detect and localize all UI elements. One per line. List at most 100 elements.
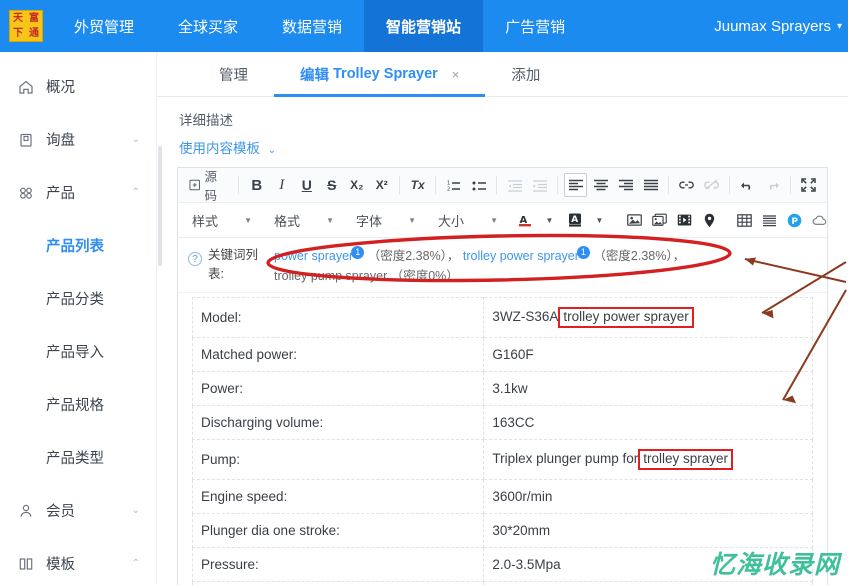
toolbar-divider <box>435 176 437 194</box>
align-center-icon[interactable] <box>589 173 612 197</box>
sidebar-item-label: 询盘 <box>46 133 75 149</box>
underline-icon[interactable]: U <box>295 173 318 197</box>
keyword-entries: power sprayer 1 （密度2.38%）， trolley power … <box>270 246 685 286</box>
horizontal-rule-icon[interactable] <box>758 208 781 232</box>
styles-select-label: 样式 <box>192 213 219 229</box>
location-pin-icon[interactable] <box>698 208 721 232</box>
fullscreen-icon[interactable] <box>797 173 820 197</box>
spec-value: 30*20mm <box>483 512 813 548</box>
spec-key: Discharging volume: <box>191 404 485 440</box>
logo-char-4: 通 <box>29 27 39 39</box>
align-right-icon[interactable] <box>614 173 637 197</box>
sidebar-item-products[interactable]: 产品 ⌃ <box>0 166 156 219</box>
vertical-scrollbar[interactable] <box>157 142 163 585</box>
toolbar-divider <box>557 176 559 194</box>
layout-icon <box>16 554 36 574</box>
italic-icon[interactable]: I <box>270 173 293 197</box>
tab-label-cn: 编辑 <box>300 67 329 84</box>
sidebar-item-product-category[interactable]: 产品分类 <box>0 272 156 325</box>
spec-key: Rated flow: <box>191 580 485 585</box>
tab-edit-trolley-sprayer[interactable]: 编辑 Trolley Sprayer × <box>274 52 486 97</box>
top-navigation-bar: 天 富 下 通 外贸管理 全球买家 数据营销 智能营销站 广告营销 Juumax… <box>0 0 848 52</box>
use-content-template-link[interactable]: 使用内容模板 ⌄ <box>157 129 848 167</box>
sidebar-item-label: 产品 <box>46 186 75 202</box>
sidebar-item-label: 概况 <box>46 80 75 96</box>
image-icon[interactable] <box>623 208 646 232</box>
tab-add[interactable]: 添加 <box>485 52 566 96</box>
sidebar-item-product-type[interactable]: 产品类型 <box>0 431 156 484</box>
sidebar-item-overview[interactable]: 概况 <box>0 60 156 113</box>
keyword-term-1[interactable]: power sprayer <box>274 249 353 263</box>
sidebar-sub-label: 产品导入 <box>46 345 104 361</box>
help-icon[interactable]: ? <box>188 252 202 266</box>
table-icon[interactable] <box>733 208 756 232</box>
keyword-sep-1: ， <box>446 249 460 264</box>
table-row: Discharging volume: 163CC <box>191 404 813 440</box>
nav-item-data-marketing[interactable]: 数据营销 <box>260 0 364 52</box>
chevron-down-icon: ▼ <box>490 215 498 225</box>
tab-manage[interactable]: 管理 <box>193 52 274 96</box>
spec-key: Power: <box>191 370 485 406</box>
cloud-icon[interactable] <box>808 208 831 232</box>
font-select-label: 字体 <box>356 213 383 229</box>
sidebar-item-members[interactable]: 会员 ⌄ <box>0 484 156 537</box>
undo-icon[interactable] <box>736 173 759 197</box>
nav-item-global-buyers[interactable]: 全球买家 <box>156 0 260 52</box>
superscript-icon[interactable]: X² <box>370 173 393 197</box>
chevron-up-icon: ⌃ <box>131 558 140 569</box>
text-color-icon[interactable]: A <box>513 208 536 232</box>
app-logo[interactable]: 天 富 下 通 <box>0 0 52 52</box>
keyword-term-2[interactable]: trolley power sprayer <box>463 249 579 263</box>
logo-char-2: 富 <box>29 12 39 24</box>
sidebar-item-product-import[interactable]: 产品导入 <box>0 325 156 378</box>
tab-bar: 管理 编辑 Trolley Sprayer × 添加 <box>157 52 848 97</box>
editor-document-body[interactable]: Model: 3WZ-S36A trolley power sprayer Mat… <box>178 293 827 585</box>
outdent-icon[interactable] <box>503 173 526 197</box>
bullet-list-icon[interactable] <box>467 173 490 197</box>
chevron-up-icon: ⌃ <box>131 187 140 198</box>
size-select[interactable]: 大小 ▼ <box>430 208 502 232</box>
align-left-icon[interactable] <box>564 173 588 197</box>
sidebar-item-product-list[interactable]: 产品列表 <box>0 219 156 272</box>
sidebar-item-label: 模板 <box>46 557 75 573</box>
nav-item-ad-marketing[interactable]: 广告营销 <box>483 0 587 52</box>
image-gallery-icon[interactable] <box>648 208 671 232</box>
format-select[interactable]: 格式 ▼ <box>266 208 338 232</box>
nav-label: 数据营销 <box>282 18 343 36</box>
close-icon[interactable]: × <box>452 67 460 82</box>
source-icon[interactable]: 源码 <box>185 170 232 203</box>
link-icon[interactable] <box>675 173 698 197</box>
sidebar-sub-label: 产品类型 <box>46 451 104 467</box>
account-menu[interactable]: Juumax Sprayers ▾ <box>714 0 848 52</box>
remove-format-icon[interactable]: Tx <box>406 173 429 197</box>
keyword-term-3[interactable]: trolley pump sprayer <box>274 269 387 283</box>
styles-select[interactable]: 样式 ▼ <box>184 208 256 232</box>
sidebar-item-templates[interactable]: 模板 ⌃ <box>0 537 156 585</box>
format-select-label: 格式 <box>274 213 301 229</box>
numbered-list-icon[interactable]: 12 <box>442 173 465 197</box>
video-icon[interactable] <box>673 208 696 232</box>
editor-toolbar-row-1: 源码 B I U S X₂ X² Tx 12 <box>178 168 827 203</box>
editor-scroll-area: 详细描述 使用内容模板 ⌄ 源码 B I U S X₂ X² Tx 1 2 样式… <box>157 97 848 585</box>
chevron-down-icon[interactable]: ▼ <box>538 208 561 232</box>
unlink-icon[interactable] <box>700 173 723 197</box>
scrollbar-thumb[interactable] <box>158 146 162 266</box>
font-select[interactable]: 字体 ▼ <box>348 208 420 232</box>
indent-icon[interactable] <box>528 173 551 197</box>
strikethrough-icon[interactable]: S <box>320 173 343 197</box>
spec-key: Pump: <box>191 438 485 480</box>
nav-item-waimao[interactable]: 外贸管理 <box>52 0 156 52</box>
keyword-list-label: 关键词列 表: <box>208 246 270 285</box>
sidebar-item-inquiry[interactable]: 询盘 ⌄ <box>0 113 156 166</box>
bold-icon[interactable]: B <box>245 173 268 197</box>
nav-item-smart-marketing-site[interactable]: 智能营销站 <box>364 0 484 52</box>
pdf-icon[interactable]: P <box>783 208 806 232</box>
subscript-icon[interactable]: X₂ <box>345 173 368 197</box>
align-justify-icon[interactable] <box>639 173 662 197</box>
keyword-density-2: （密度2.38%） <box>593 249 673 264</box>
sidebar-item-product-spec[interactable]: 产品规格 <box>0 378 156 431</box>
highlight-box-model: trolley power sprayer <box>558 306 694 328</box>
background-color-icon[interactable]: A <box>563 208 586 232</box>
redo-icon[interactable] <box>761 173 784 197</box>
chevron-down-icon[interactable]: ▼ <box>588 208 611 232</box>
